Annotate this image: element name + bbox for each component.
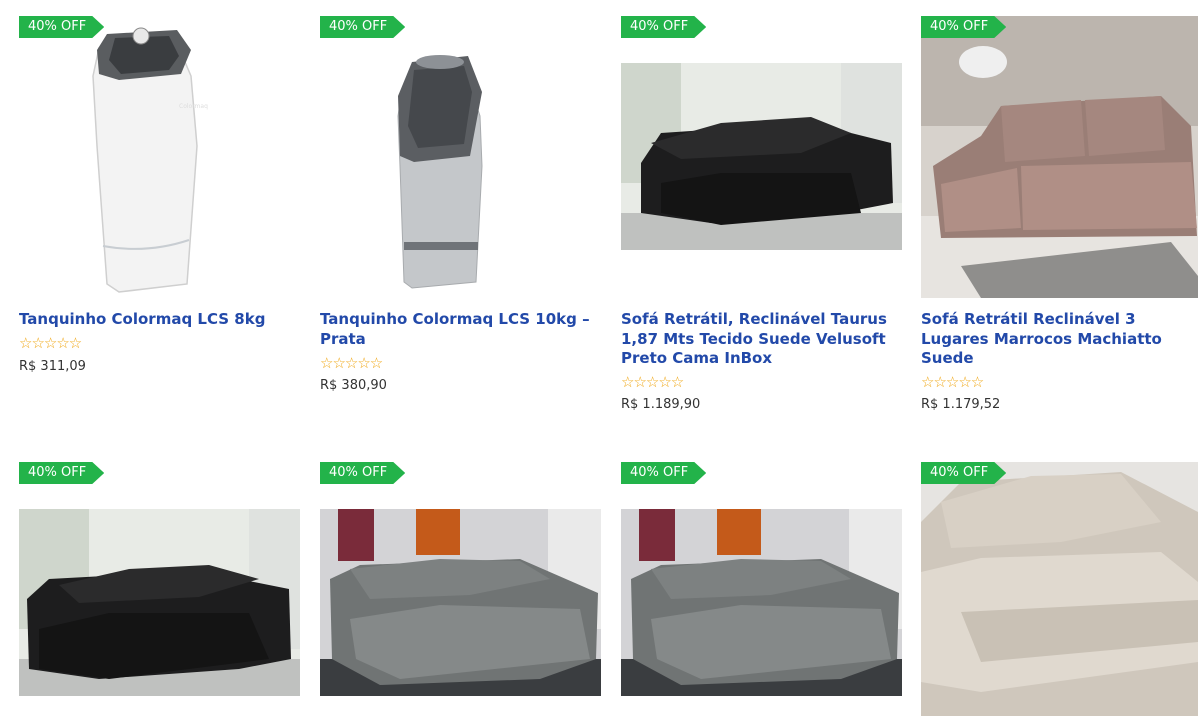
product-image-grey-sofa[interactable] <box>621 509 902 696</box>
product-card[interactable]: 40% OFF <box>921 462 1198 716</box>
product-image-white-washing-machine[interactable]: Colormaq <box>19 16 300 298</box>
product-price: R$ 1.179,52 <box>921 397 1001 412</box>
product-title[interactable]: Sofá Retrátil Reclinável 3 Lugares Marro… <box>921 310 1198 369</box>
product-title[interactable]: Tanquinho Colormaq LCS 8kg <box>19 310 300 330</box>
discount-badge: 40% OFF <box>921 16 1007 38</box>
product-card[interactable]: 40% OFF <box>320 462 601 716</box>
product-image-silver-washing-machine[interactable] <box>320 16 601 298</box>
brand-label: Colormaq <box>179 103 208 110</box>
product-image-grey-sofa[interactable] <box>320 509 601 696</box>
rating-stars: ☆☆☆☆☆ <box>19 334 82 352</box>
discount-badge: 40% OFF <box>320 462 406 484</box>
discount-badge: 40% OFF <box>621 16 707 38</box>
rating-stars: ☆☆☆☆☆ <box>921 373 984 391</box>
product-title[interactable]: Sofá Retrátil, Reclinável Taurus 1,87 Mt… <box>621 310 902 369</box>
product-price: R$ 311,09 <box>19 359 86 374</box>
product-card[interactable]: Colormaq 40% OFF Tanquinho Colormaq LCS … <box>19 16 300 386</box>
product-card[interactable]: 40% OFF <box>19 462 300 716</box>
rating-stars: ☆☆☆☆☆ <box>320 354 383 372</box>
rating-stars: ☆☆☆☆☆ <box>621 373 684 391</box>
discount-badge: 40% OFF <box>921 462 1007 484</box>
product-image-black-sofa[interactable] <box>19 509 300 696</box>
product-image-mauve-sofa[interactable] <box>921 16 1198 298</box>
product-card[interactable]: 40% OFF Tanquinho Colormaq LCS 10kg – Pr… <box>320 16 601 396</box>
product-image-black-sofa[interactable] <box>621 63 902 250</box>
product-card[interactable]: 40% OFF <box>621 462 902 716</box>
discount-badge: 40% OFF <box>19 16 105 38</box>
product-image-beige-sofa[interactable] <box>921 462 1198 716</box>
product-card[interactable]: 40% OFF Sofá Retrátil, Reclinável Taurus… <box>621 16 902 416</box>
discount-badge: 40% OFF <box>19 462 105 484</box>
discount-badge: 40% OFF <box>320 16 406 38</box>
discount-badge: 40% OFF <box>621 462 707 484</box>
product-title[interactable]: Tanquinho Colormaq LCS 10kg – Prata <box>320 310 601 349</box>
product-price: R$ 380,90 <box>320 378 387 393</box>
product-card[interactable]: 40% OFF Sofá Retrátil Reclinável 3 Lugar… <box>921 16 1198 416</box>
product-price: R$ 1.189,90 <box>621 397 701 412</box>
